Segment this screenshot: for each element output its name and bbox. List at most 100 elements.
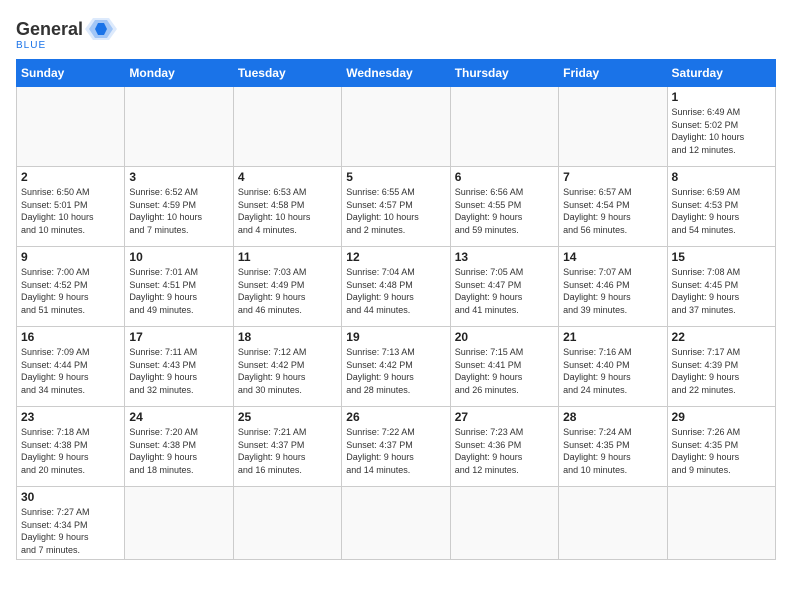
day-number: 6 [455,170,554,184]
calendar-cell [233,487,341,560]
weekday-header-monday: Monday [125,60,233,87]
day-info: Sunrise: 6:52 AM Sunset: 4:59 PM Dayligh… [129,186,228,236]
logo: General BLUE [16,16,117,51]
calendar-cell: 13 Sunrise: 7:05 AM Sunset: 4:47 PM Dayli… [450,247,558,327]
day-info: Sunrise: 6:56 AM Sunset: 4:55 PM Dayligh… [455,186,554,236]
day-info: Sunrise: 7:13 AM Sunset: 4:42 PM Dayligh… [346,346,445,396]
day-info: Sunrise: 6:59 AM Sunset: 4:53 PM Dayligh… [672,186,771,236]
logo-icon [85,16,117,42]
day-info: Sunrise: 7:22 AM Sunset: 4:37 PM Dayligh… [346,426,445,476]
day-info: Sunrise: 7:26 AM Sunset: 4:35 PM Dayligh… [672,426,771,476]
day-info: Sunrise: 7:17 AM Sunset: 4:39 PM Dayligh… [672,346,771,396]
weekday-row: SundayMondayTuesdayWednesdayThursdayFrid… [17,60,776,87]
calendar-cell [450,487,558,560]
calendar-cell [17,87,125,167]
calendar-cell: 26 Sunrise: 7:22 AM Sunset: 4:37 PM Dayli… [342,407,450,487]
day-info: Sunrise: 7:07 AM Sunset: 4:46 PM Dayligh… [563,266,662,316]
day-info: Sunrise: 6:50 AM Sunset: 5:01 PM Dayligh… [21,186,120,236]
calendar-week-3: 9 Sunrise: 7:00 AM Sunset: 4:52 PM Daylig… [17,247,776,327]
day-info: Sunrise: 7:00 AM Sunset: 4:52 PM Dayligh… [21,266,120,316]
day-number: 23 [21,410,120,424]
day-number: 5 [346,170,445,184]
day-number: 3 [129,170,228,184]
day-info: Sunrise: 7:12 AM Sunset: 4:42 PM Dayligh… [238,346,337,396]
day-number: 19 [346,330,445,344]
day-info: Sunrise: 7:20 AM Sunset: 4:38 PM Dayligh… [129,426,228,476]
day-info: Sunrise: 7:09 AM Sunset: 4:44 PM Dayligh… [21,346,120,396]
day-number: 24 [129,410,228,424]
day-info: Sunrise: 7:16 AM Sunset: 4:40 PM Dayligh… [563,346,662,396]
weekday-header-saturday: Saturday [667,60,775,87]
weekday-header-wednesday: Wednesday [342,60,450,87]
calendar-cell: 17 Sunrise: 7:11 AM Sunset: 4:43 PM Dayli… [125,327,233,407]
calendar-cell: 2 Sunrise: 6:50 AM Sunset: 5:01 PM Daylig… [17,167,125,247]
day-number: 2 [21,170,120,184]
calendar-cell [125,487,233,560]
day-number: 20 [455,330,554,344]
day-number: 16 [21,330,120,344]
day-number: 13 [455,250,554,264]
day-info: Sunrise: 7:03 AM Sunset: 4:49 PM Dayligh… [238,266,337,316]
day-number: 9 [21,250,120,264]
calendar-body: 1Sunrise: 6:49 AM Sunset: 5:02 PM Daylig… [17,87,776,560]
day-info: Sunrise: 7:23 AM Sunset: 4:36 PM Dayligh… [455,426,554,476]
day-number: 27 [455,410,554,424]
weekday-header-sunday: Sunday [17,60,125,87]
calendar-cell [342,87,450,167]
calendar-cell: 23Sunrise: 7:18 AM Sunset: 4:38 PM Dayli… [17,407,125,487]
day-number: 28 [563,410,662,424]
calendar-cell: 18Sunrise: 7:12 AM Sunset: 4:42 PM Dayli… [233,327,341,407]
day-number: 26 [346,410,445,424]
day-info: Sunrise: 7:05 AM Sunset: 4:47 PM Dayligh… [455,266,554,316]
day-number: 17 [129,330,228,344]
day-number: 12 [346,250,445,264]
weekday-header-friday: Friday [559,60,667,87]
calendar-cell [667,487,775,560]
calendar-cell [233,87,341,167]
calendar-cell: 19 Sunrise: 7:13 AM Sunset: 4:42 PM Dayli… [342,327,450,407]
calendar-week-4: 16 Sunrise: 7:09 AM Sunset: 4:44 PM Dayli… [17,327,776,407]
calendar-cell [342,487,450,560]
day-number: 30 [21,490,120,504]
calendar-cell: 11Sunrise: 7:03 AM Sunset: 4:49 PM Dayli… [233,247,341,327]
calendar-cell: 22Sunrise: 7:17 AM Sunset: 4:39 PM Dayli… [667,327,775,407]
day-number: 29 [672,410,771,424]
calendar-cell: 9 Sunrise: 7:00 AM Sunset: 4:52 PM Daylig… [17,247,125,327]
day-info: Sunrise: 7:04 AM Sunset: 4:48 PM Dayligh… [346,266,445,316]
calendar-cell: 15Sunrise: 7:08 AM Sunset: 4:45 PM Dayli… [667,247,775,327]
day-number: 1 [672,90,771,104]
calendar-cell: 29 Sunrise: 7:26 AM Sunset: 4:35 PM Dayli… [667,407,775,487]
calendar-cell [559,87,667,167]
day-info: Sunrise: 7:08 AM Sunset: 4:45 PM Dayligh… [672,266,771,316]
calendar-cell [559,487,667,560]
calendar-cell: 24 Sunrise: 7:20 AM Sunset: 4:38 PM Dayli… [125,407,233,487]
calendar-week-2: 2 Sunrise: 6:50 AM Sunset: 5:01 PM Daylig… [17,167,776,247]
calendar-cell: 14Sunrise: 7:07 AM Sunset: 4:46 PM Dayli… [559,247,667,327]
day-info: Sunrise: 7:11 AM Sunset: 4:43 PM Dayligh… [129,346,228,396]
day-number: 10 [129,250,228,264]
calendar-cell: 8 Sunrise: 6:59 AM Sunset: 4:53 PM Daylig… [667,167,775,247]
calendar-cell: 20 Sunrise: 7:15 AM Sunset: 4:41 PM Dayli… [450,327,558,407]
calendar-table: SundayMondayTuesdayWednesdayThursdayFrid… [16,59,776,560]
day-number: 21 [563,330,662,344]
weekday-header-tuesday: Tuesday [233,60,341,87]
calendar-cell [450,87,558,167]
day-number: 8 [672,170,771,184]
calendar-cell: 27 Sunrise: 7:23 AM Sunset: 4:36 PM Dayli… [450,407,558,487]
logo-text: General [16,20,83,38]
calendar-cell: 16 Sunrise: 7:09 AM Sunset: 4:44 PM Dayli… [17,327,125,407]
day-number: 4 [238,170,337,184]
calendar-cell: 3 Sunrise: 6:52 AM Sunset: 4:59 PM Daylig… [125,167,233,247]
calendar-cell: 25Sunrise: 7:21 AM Sunset: 4:37 PM Dayli… [233,407,341,487]
calendar-cell: 10Sunrise: 7:01 AM Sunset: 4:51 PM Dayli… [125,247,233,327]
calendar-cell: 4 Sunrise: 6:53 AM Sunset: 4:58 PM Daylig… [233,167,341,247]
calendar-cell: 1Sunrise: 6:49 AM Sunset: 5:02 PM Daylig… [667,87,775,167]
day-info: Sunrise: 6:55 AM Sunset: 4:57 PM Dayligh… [346,186,445,236]
day-info: Sunrise: 6:53 AM Sunset: 4:58 PM Dayligh… [238,186,337,236]
calendar-week-6: 30Sunrise: 7:27 AM Sunset: 4:34 PM Dayli… [17,487,776,560]
calendar-cell: 30Sunrise: 7:27 AM Sunset: 4:34 PM Dayli… [17,487,125,560]
calendar-header: SundayMondayTuesdayWednesdayThursdayFrid… [17,60,776,87]
calendar-cell: 5 Sunrise: 6:55 AM Sunset: 4:57 PM Daylig… [342,167,450,247]
calendar-cell [125,87,233,167]
day-info: Sunrise: 7:15 AM Sunset: 4:41 PM Dayligh… [455,346,554,396]
